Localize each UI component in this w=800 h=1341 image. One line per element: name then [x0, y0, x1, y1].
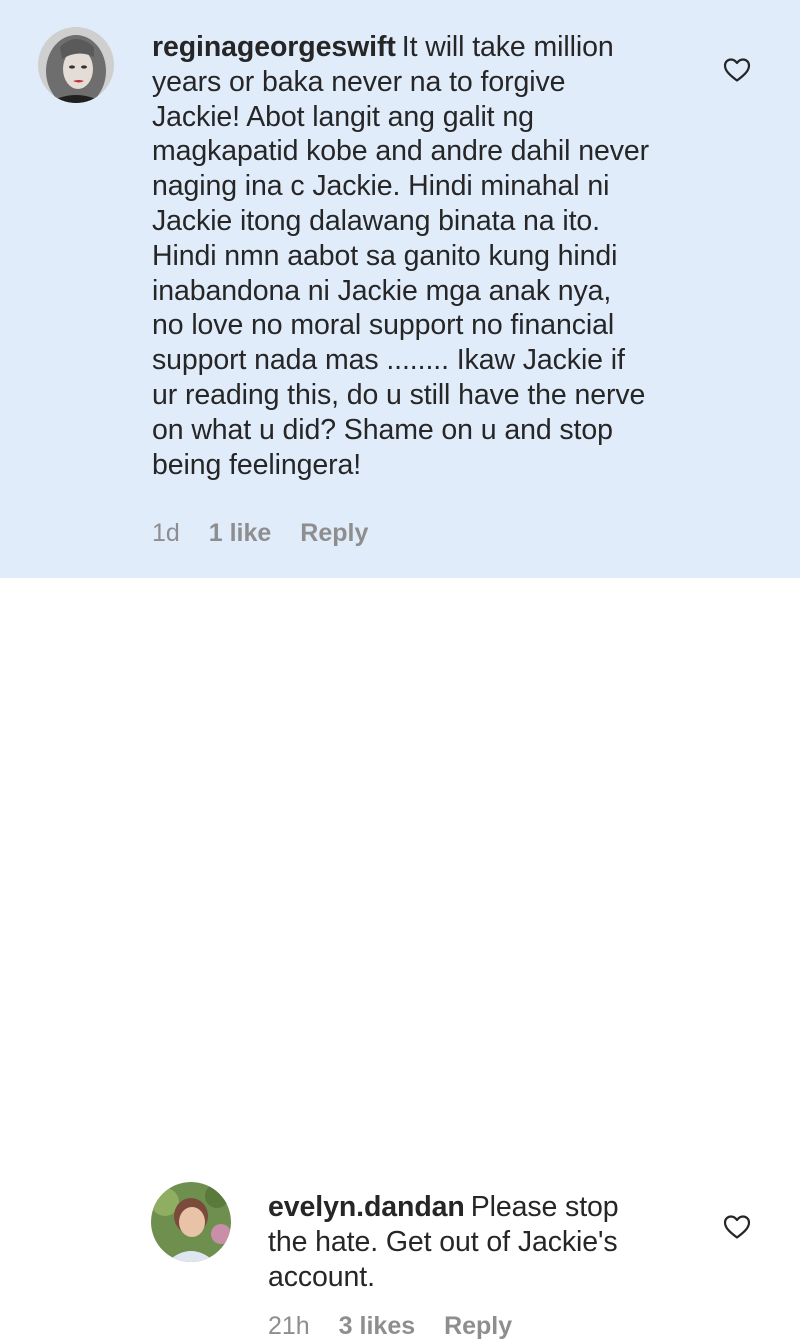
comment-line: Jackie itong dalawang binata na ito.: [152, 204, 600, 237]
comment-line: support nada mas ........ Ikaw Jackie if: [152, 344, 625, 377]
comment-line: account.: [268, 1260, 375, 1293]
likes-count[interactable]: 3 likes: [339, 1312, 415, 1340]
comment-line: years or baka never na to forgive: [152, 65, 566, 98]
avatar[interactable]: [38, 27, 114, 103]
heart-icon[interactable]: [723, 1214, 751, 1240]
comment-username[interactable]: reginageorgeswift: [152, 31, 396, 63]
avatar-image: [151, 1182, 231, 1262]
avatar-image: [38, 27, 114, 103]
comment-meta: 21h 3 likes Reply: [268, 1312, 534, 1341]
comment-line: It will take million: [401, 31, 614, 63]
comment-line: Hindi nmn aabot sa ganito kung hindi: [152, 239, 618, 272]
comment-line: Please stop: [470, 1191, 619, 1223]
comment-item: evelyn.dandan Please stop the hate. Get o…: [0, 578, 800, 1340]
avatar[interactable]: [151, 1182, 231, 1262]
comment-line: on what u did? Shame on u and stop: [152, 413, 613, 446]
comment-line: naging ina c Jackie. Hindi minahal ni: [152, 170, 610, 203]
comment-text: evelyn.dandan Please stop the hate. Get o…: [268, 1190, 688, 1294]
likes-count[interactable]: 1 like: [209, 519, 272, 547]
comment-line: magkapatid kobe and andre dahil never: [152, 135, 649, 168]
comment-item: reginageorgeswift It will take million ye…: [0, 0, 800, 578]
reply-button[interactable]: Reply: [444, 1312, 512, 1340]
comment-line: Jackie! Abot langit ang galit ng: [152, 100, 534, 133]
comment-line: no love no moral support no financial: [152, 309, 615, 342]
comment-timestamp: 21h: [268, 1312, 310, 1340]
reply-button[interactable]: Reply: [300, 519, 368, 547]
comment-line: inabandona ni Jackie mga anak nya,: [152, 274, 612, 307]
comment-meta: 1d 1 like Reply: [152, 519, 390, 548]
comment-line: ur reading this, do u still have the ner…: [152, 378, 646, 411]
comment-timestamp: 1d: [152, 519, 180, 547]
heart-icon[interactable]: [723, 57, 751, 83]
comment-line: being feelingera!: [152, 448, 362, 481]
comment-text: reginageorgeswift It will take million ye…: [152, 30, 712, 482]
comment-username[interactable]: evelyn.dandan: [268, 1191, 465, 1223]
comment-line: the hate. Get out of Jackie's: [268, 1225, 618, 1258]
